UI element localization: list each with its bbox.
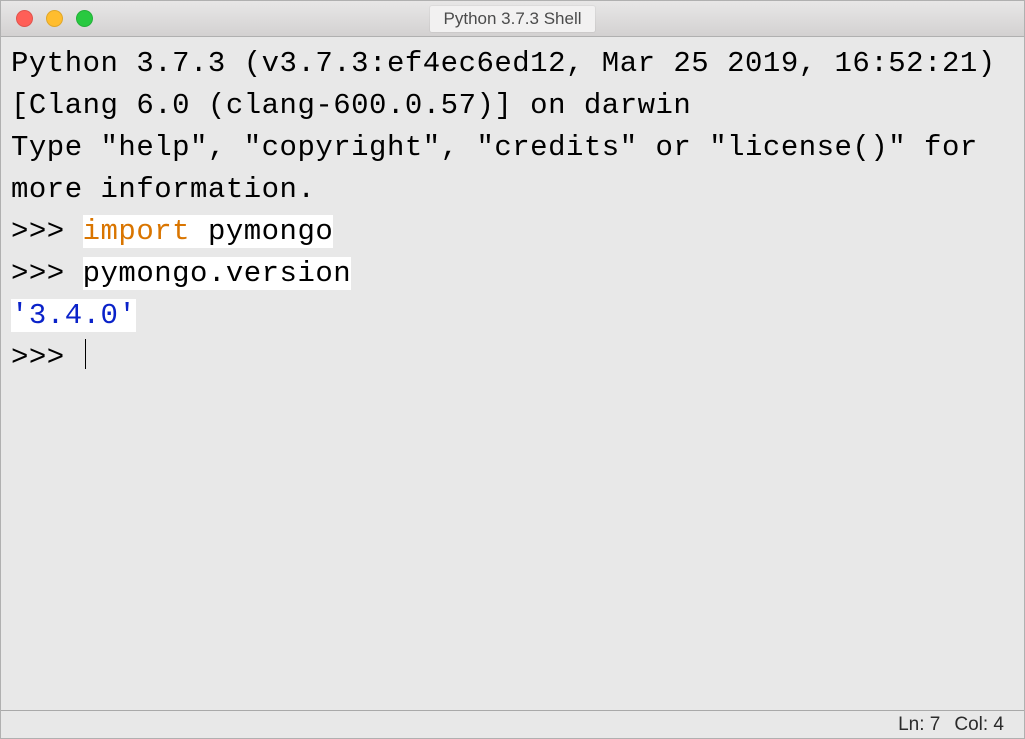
input-rest: pymongo xyxy=(190,215,333,248)
banner-line-1: Python 3.7.3 (v3.7.3:ef4ec6ed12, Mar 25 … xyxy=(11,43,1014,85)
banner-line-3: Type "help", "copyright", "credits" or "… xyxy=(11,127,1014,211)
keyword-import: import xyxy=(83,215,190,248)
shell-line-output-1: '3.4.0' xyxy=(11,295,1014,337)
prompt: >>> xyxy=(11,341,83,374)
shell-line-input-1: >>> import pymongo xyxy=(11,211,1014,253)
banner-line-2: [Clang 6.0 (clang-600.0.57)] on darwin xyxy=(11,85,1014,127)
window-title: Python 3.7.3 Shell xyxy=(430,6,596,32)
shell-line-input-2: >>> pymongo.version xyxy=(11,253,1014,295)
text-cursor xyxy=(85,339,87,369)
shell-line-current[interactable]: >>> xyxy=(11,337,1014,379)
traffic-lights xyxy=(16,10,93,27)
status-col: Col: 4 xyxy=(954,714,1004,736)
close-icon[interactable] xyxy=(16,10,33,27)
maximize-icon[interactable] xyxy=(76,10,93,27)
shell-content[interactable]: Python 3.7.3 (v3.7.3:ef4ec6ed12, Mar 25 … xyxy=(1,37,1024,710)
prompt: >>> xyxy=(11,215,83,248)
output-string: '3.4.0' xyxy=(11,299,136,332)
minimize-icon[interactable] xyxy=(46,10,63,27)
statusbar: Ln: 7 Col: 4 xyxy=(1,710,1024,738)
status-line: Ln: 7 xyxy=(898,714,940,736)
window-titlebar: Python 3.7.3 Shell xyxy=(1,1,1024,37)
prompt: >>> xyxy=(11,257,83,290)
input-code: pymongo.version xyxy=(83,257,352,290)
